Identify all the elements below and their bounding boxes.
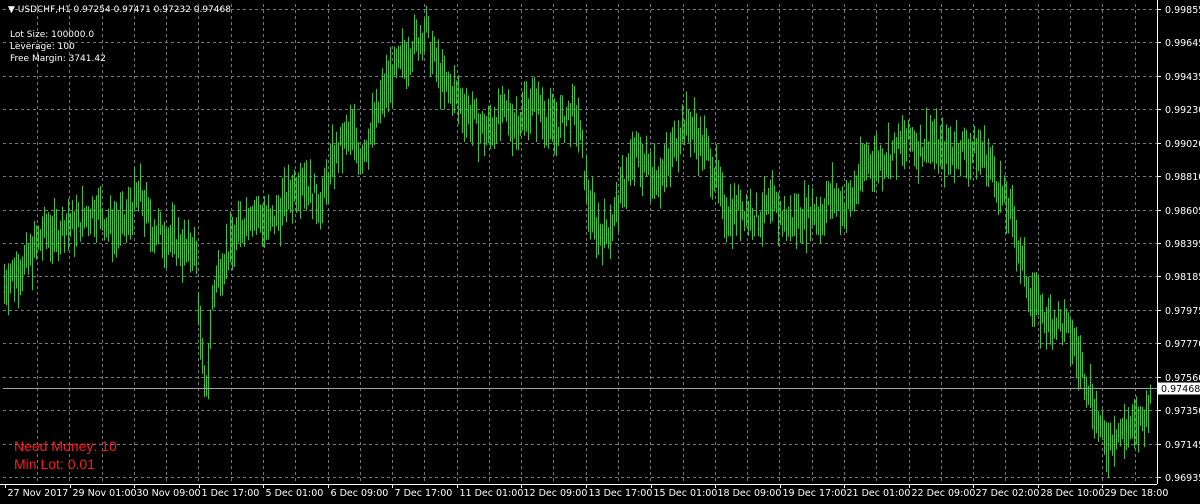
x-tick-label: 13 Dec 17:00	[589, 488, 653, 499]
y-tick-label: 0.96935	[1165, 473, 1200, 484]
x-tick-label: 19 Dec 17:00	[783, 488, 847, 499]
current-price-label: 0.97468	[1161, 384, 1200, 395]
x-tick-label: 28 Dec 10:00	[1041, 488, 1105, 499]
y-tick-label: 0.99020	[1165, 139, 1200, 150]
x-tick-label: 7 Dec 17:00	[395, 488, 453, 499]
x-tick-label: 5 Dec 01:00	[266, 488, 324, 499]
x-tick-label: 29 Dec 18:00	[1105, 488, 1169, 499]
y-tick-label: 0.99230	[1165, 105, 1200, 116]
y-tick-label: 0.98395	[1165, 239, 1200, 250]
min-lot-warning: Min Lot: 0.01	[14, 456, 95, 472]
chart-header: ▼ USDCHF,H1 0.97254 0.97471 0.97232 0.97…	[8, 4, 231, 16]
x-tick-label: 29 Nov 01:00	[73, 488, 137, 499]
y-tick-label: 0.98810	[1165, 172, 1200, 183]
x-tick-label: 22 Dec 09:00	[912, 488, 976, 499]
price-series	[4, 6, 1151, 478]
y-tick-label: 0.99855	[1165, 5, 1200, 16]
price-chart[interactable]: 0.97468 0.99855 0.99645 0.99435 0.99230 0.99…	[0, 0, 1200, 500]
y-tick-label: 0.98605	[1165, 206, 1200, 217]
x-tick-label: 27 Nov 2017	[8, 488, 69, 499]
y-tick-label: 0.98185	[1165, 272, 1200, 283]
y-tick-label: 0.99435	[1165, 72, 1200, 83]
y-tick-label: 0.97560	[1165, 373, 1200, 384]
lot-size-label: Lot Size: 100000.0	[10, 29, 94, 41]
x-tick-label: 6 Dec 09:00	[331, 488, 389, 499]
y-tick-label: 0.97770	[1165, 339, 1200, 350]
need-money-warning: Need Money: 10	[14, 438, 117, 454]
x-tick-label: 27 Dec 02:00	[976, 488, 1040, 499]
x-tick-label: 30 Nov 09:00	[137, 488, 201, 499]
y-tick-label: 0.99645	[1165, 38, 1200, 49]
y-tick-label: 0.97350	[1165, 406, 1200, 417]
y-tick-label: 0.97145	[1165, 440, 1200, 451]
leverage-label: Leverage: 100	[10, 41, 75, 53]
chart-menu-icon[interactable]: ▼	[8, 5, 15, 15]
chart-window[interactable]: 0.97468 0.99855 0.99645 0.99435 0.99230 0.99…	[0, 0, 1200, 500]
x-tick-label: 18 Dec 09:00	[718, 488, 782, 499]
y-tick-label: 0.97975	[1165, 306, 1200, 317]
x-tick-label: 15 Dec 01:00	[654, 488, 718, 499]
x-tick-label: 1 Dec 17:00	[202, 488, 260, 499]
x-tick-label: 11 Dec 01:00	[460, 488, 524, 499]
x-tick-label: 21 Dec 01:00	[847, 488, 911, 499]
symbol-label: USDCHF,H1	[18, 5, 71, 15]
ohlc-values: 0.97254 0.97471 0.97232 0.97468	[74, 5, 231, 15]
free-margin-label: Free Margin: 3741.42	[10, 53, 106, 65]
x-tick-label: 12 Dec 09:00	[524, 488, 588, 499]
